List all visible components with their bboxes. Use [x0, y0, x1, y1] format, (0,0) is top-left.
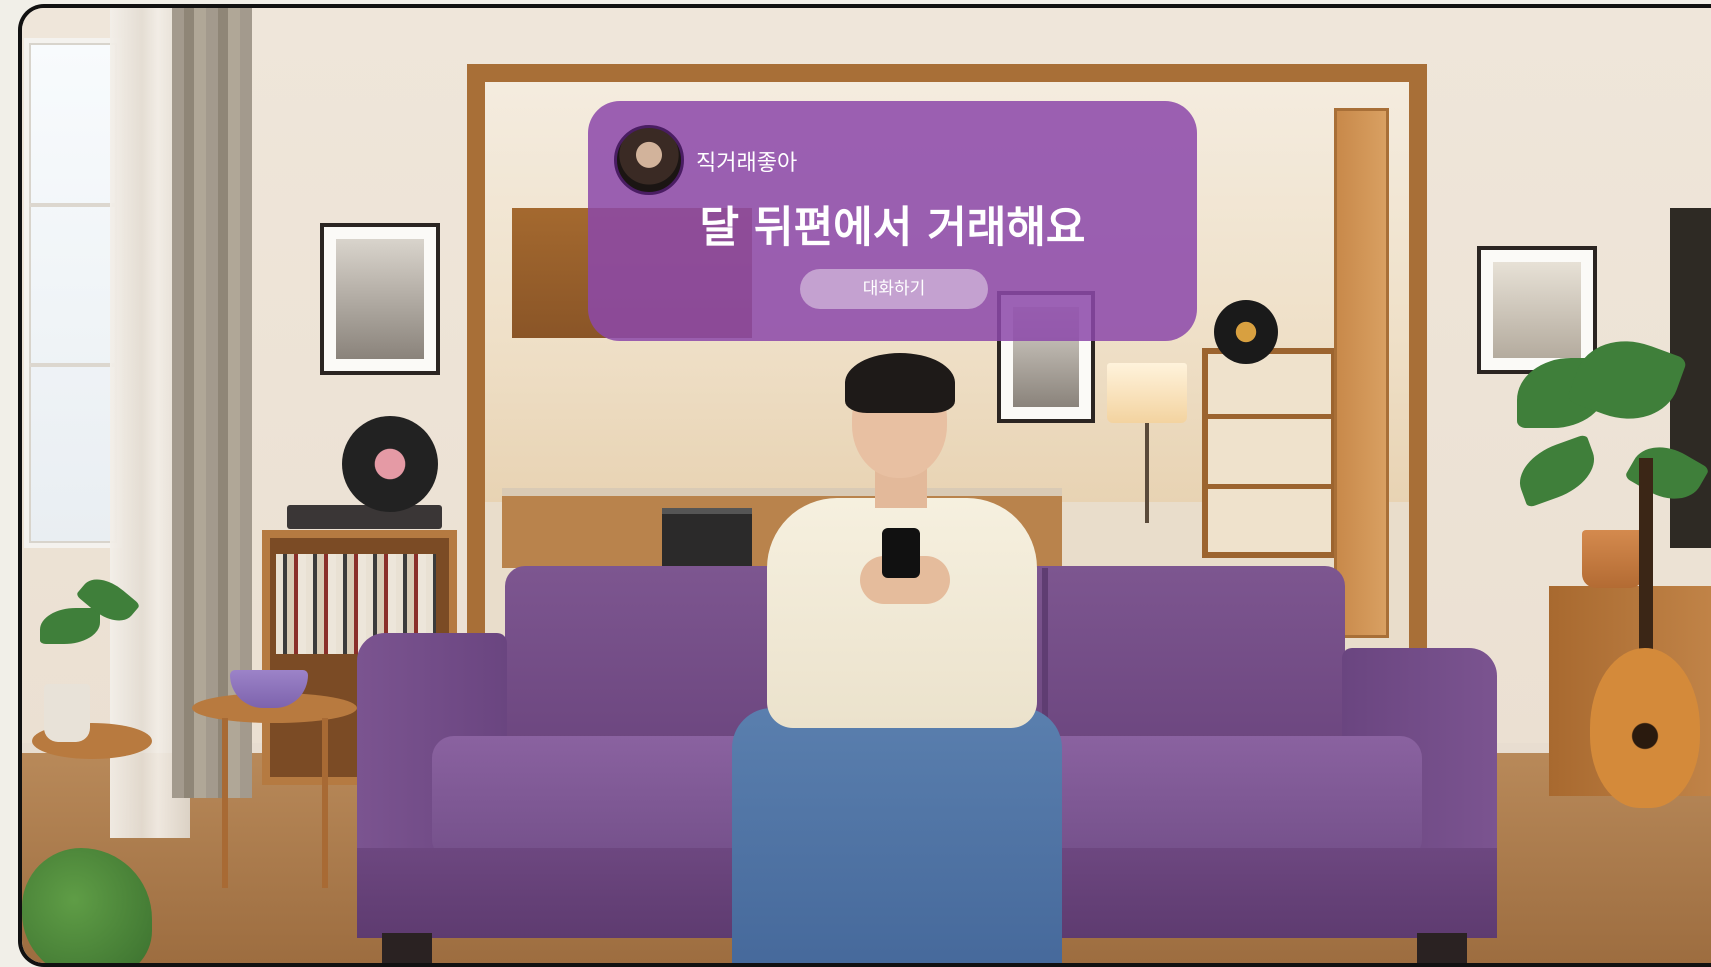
listing-overlay-card: 직거래좋아 달 뒤편에서 거래해요 대화하기 — [588, 101, 1197, 341]
chat-button[interactable]: 대화하기 — [800, 269, 988, 309]
video-frame: 직거래좋아 달 뒤편에서 거래해요 대화하기 — [18, 4, 1711, 967]
open-door — [1334, 108, 1389, 638]
person-hair — [845, 353, 955, 413]
vinyl-record-gold — [1214, 300, 1278, 364]
window — [24, 38, 122, 548]
person-jeans — [732, 708, 1062, 963]
acoustic-guitar — [1590, 648, 1700, 808]
framed-picture-right — [1477, 246, 1597, 374]
vinyl-record-pink — [342, 416, 438, 512]
smartphone — [882, 528, 920, 578]
kitchen-shelf — [1202, 348, 1337, 558]
seller-username: 직거래좋아 — [696, 151, 798, 176]
oven — [662, 508, 752, 574]
plant-pot-left — [44, 684, 90, 742]
guitar-neck — [1639, 458, 1653, 668]
floor-lamp-pole — [1145, 423, 1149, 523]
window-mullion — [29, 203, 117, 207]
window-mullion — [29, 363, 117, 367]
floor-lamp-shade — [1107, 363, 1187, 423]
framed-picture-left — [320, 223, 440, 375]
profile-avatar-icon — [614, 125, 684, 195]
listing-headline: 달 뒤편에서 거래해요 — [699, 203, 1086, 253]
turntable — [287, 505, 442, 529]
plant-pot-right — [1582, 530, 1644, 588]
